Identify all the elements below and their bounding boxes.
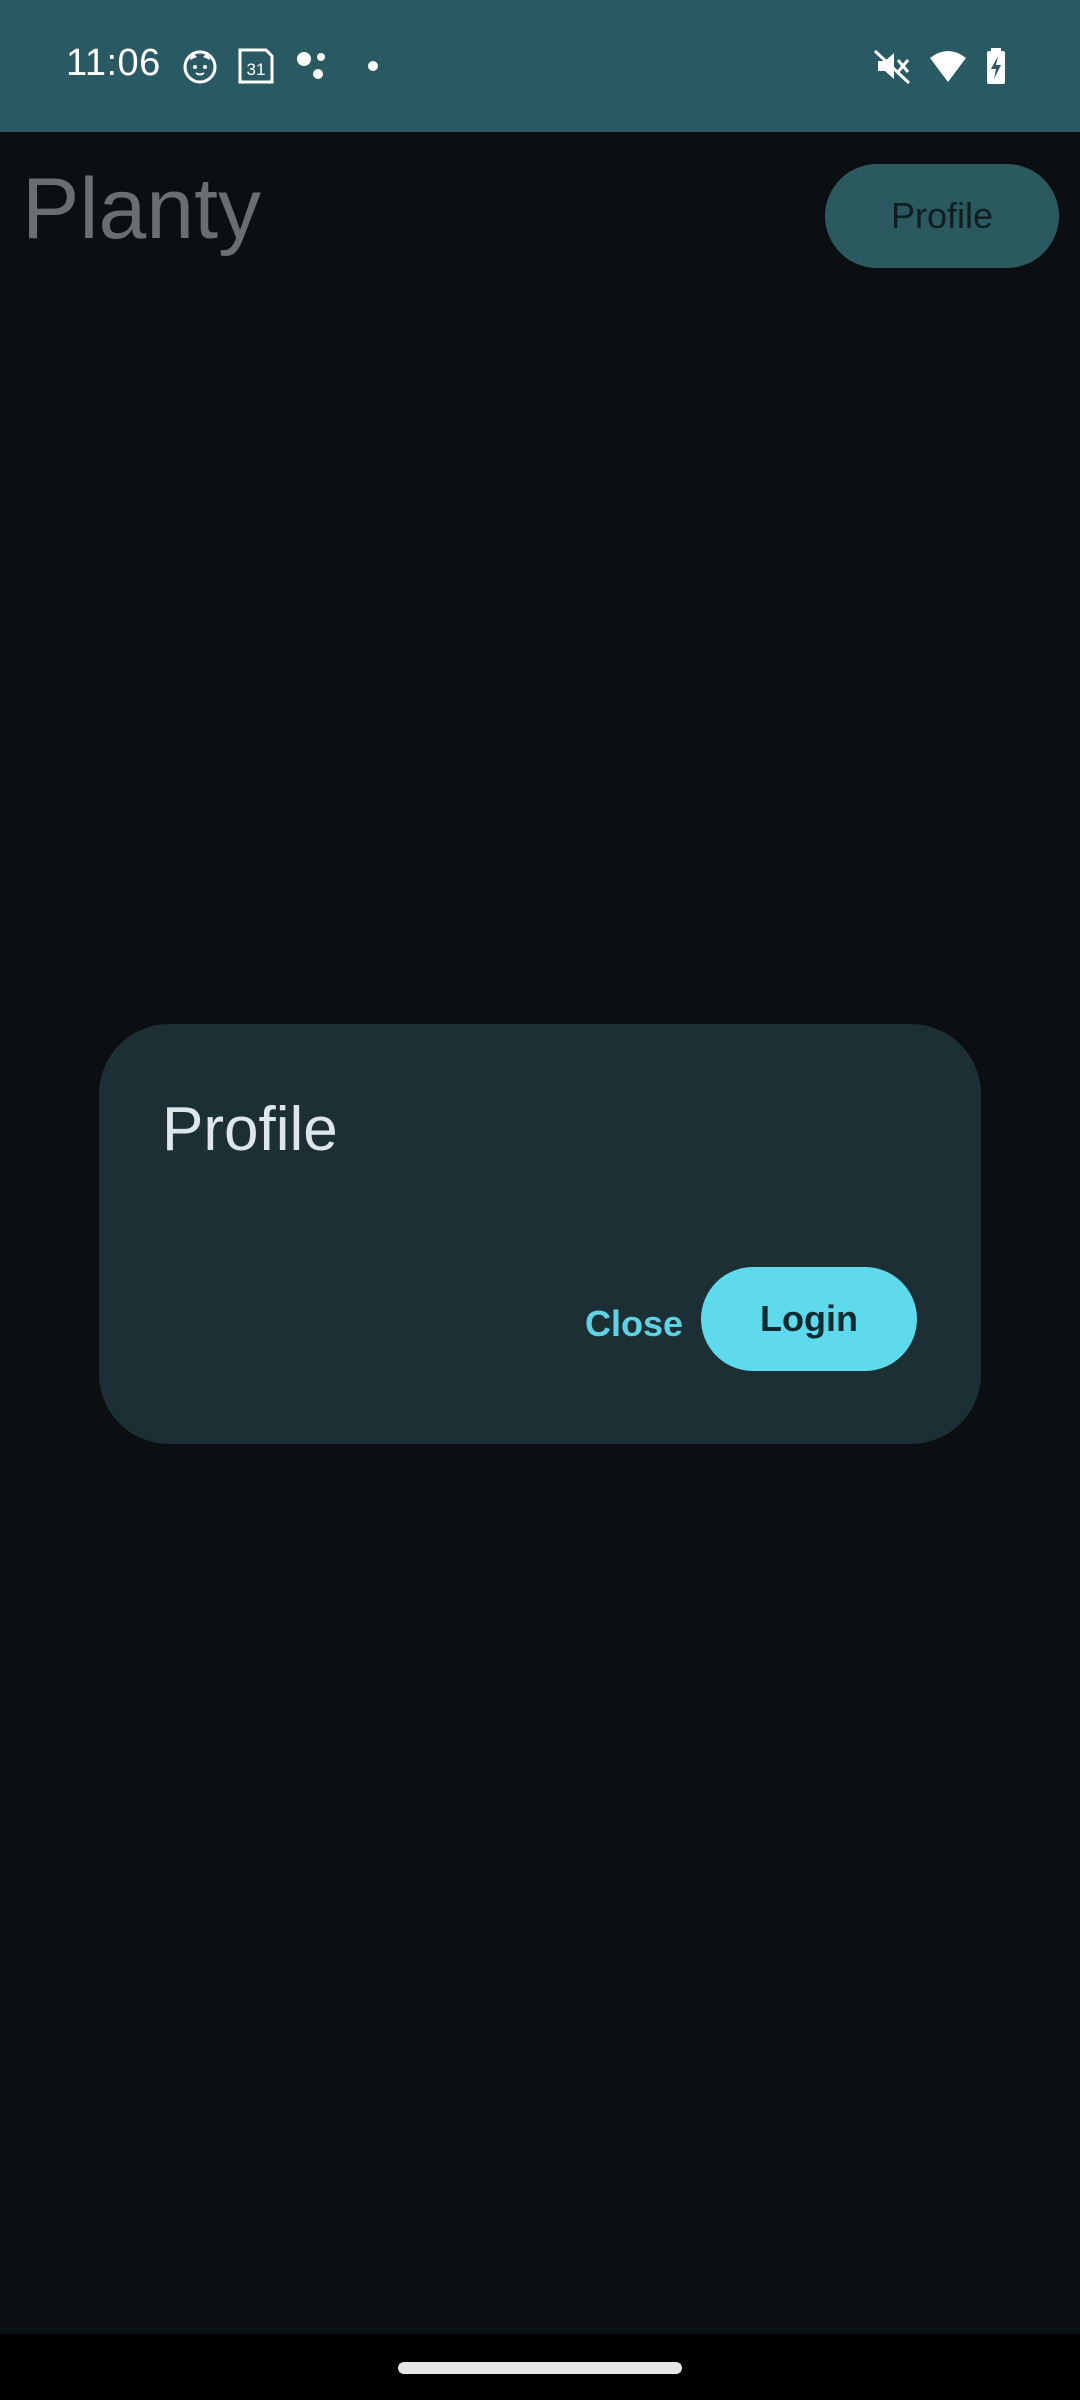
profile-dialog: Profile Close Login [99, 1024, 981, 1444]
profile-button[interactable]: Profile [825, 164, 1059, 268]
calendar-day-text: 31 [247, 60, 266, 79]
notification-dot-icon [354, 46, 394, 86]
cat-face-icon [180, 46, 220, 86]
status-time: 11:06 [66, 42, 161, 84]
status-bar: 11:06 31 [0, 0, 1080, 132]
battery-charging-icon [978, 46, 1018, 86]
app-title: Planty [22, 161, 262, 257]
dialog-title: Profile [162, 1095, 338, 1164]
login-button[interactable]: Login [701, 1267, 917, 1371]
wifi-icon [928, 46, 968, 86]
calendar-icon: 31 [236, 46, 276, 86]
mute-icon [872, 46, 912, 86]
assistant-dots-icon [294, 46, 334, 86]
close-button[interactable]: Close [559, 1272, 709, 1376]
screen: 11:06 31 Planty Profile Profile Close Lo… [0, 0, 1080, 2400]
home-gesture-handle[interactable] [398, 2362, 682, 2374]
